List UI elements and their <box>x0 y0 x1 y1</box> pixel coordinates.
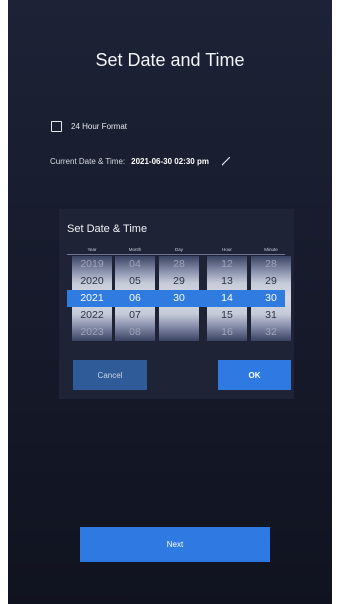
current-datetime-label: Current Date & Time: <box>50 156 126 166</box>
minute-option[interactable]: 31 <box>251 307 291 324</box>
hour-column-header: Hour <box>222 247 232 252</box>
24-hour-format-checkbox[interactable] <box>51 121 62 132</box>
ok-button[interactable]: OK <box>218 360 291 390</box>
day-column-header: Day <box>174 247 183 252</box>
hour-option[interactable]: 12 <box>207 256 247 273</box>
minute-selected-value[interactable]: 30 <box>251 290 291 307</box>
next-button[interactable]: Next <box>80 527 270 562</box>
month-option[interactable]: 07 <box>115 307 155 324</box>
day-option[interactable] <box>159 324 199 341</box>
month-option[interactable]: 04 <box>115 256 155 273</box>
year-option[interactable]: 2020 <box>72 273 112 290</box>
day-option[interactable]: 29 <box>159 273 199 290</box>
hour-option[interactable]: 15 <box>207 307 247 324</box>
cancel-button[interactable]: Cancel <box>73 360 147 390</box>
minute-option[interactable]: 28 <box>251 256 291 273</box>
minute-option[interactable]: 29 <box>251 273 291 290</box>
header-divider <box>67 254 285 255</box>
screen: Set Date and Time 24 Hour Format Current… <box>8 0 332 604</box>
day-option[interactable]: 28 <box>159 256 199 273</box>
day-selected-value[interactable]: 30 <box>159 290 199 307</box>
day-option[interactable] <box>159 307 199 324</box>
24-hour-format-label: 24 Hour Format <box>71 122 128 131</box>
minute-option[interactable]: 32 <box>251 324 291 341</box>
minute-column-header: Minute <box>264 247 278 252</box>
month-option[interactable]: 05 <box>115 273 155 290</box>
hour-option[interactable]: 16 <box>207 324 247 341</box>
hour-selected-value[interactable]: 14 <box>207 290 247 307</box>
current-datetime-value: 2021-06-30 02:30 pm <box>131 156 209 166</box>
format-row: 24 Hour Format <box>51 121 127 132</box>
year-column-header: Year <box>87 247 97 252</box>
page-title: Set Date and Time <box>95 50 245 70</box>
pencil-icon[interactable] <box>221 156 231 166</box>
set-date-time-dialog: Set Date & Time Year Month Day Hour Minu… <box>59 209 294 399</box>
year-option[interactable]: 2022 <box>72 307 112 324</box>
year-option[interactable]: 2023 <box>72 324 112 341</box>
year-option[interactable]: 2019 <box>72 256 112 273</box>
year-selected-value[interactable]: 2021 <box>72 290 112 307</box>
hour-option[interactable]: 13 <box>207 273 247 290</box>
dialog-title: Set Date & Time <box>67 223 148 235</box>
month-selected-value[interactable]: 06 <box>115 290 155 307</box>
month-option[interactable]: 08 <box>115 324 155 341</box>
current-datetime-row: Current Date & Time: 2021-06-30 02:30 pm <box>50 156 231 166</box>
month-column-header: Month <box>128 247 142 252</box>
